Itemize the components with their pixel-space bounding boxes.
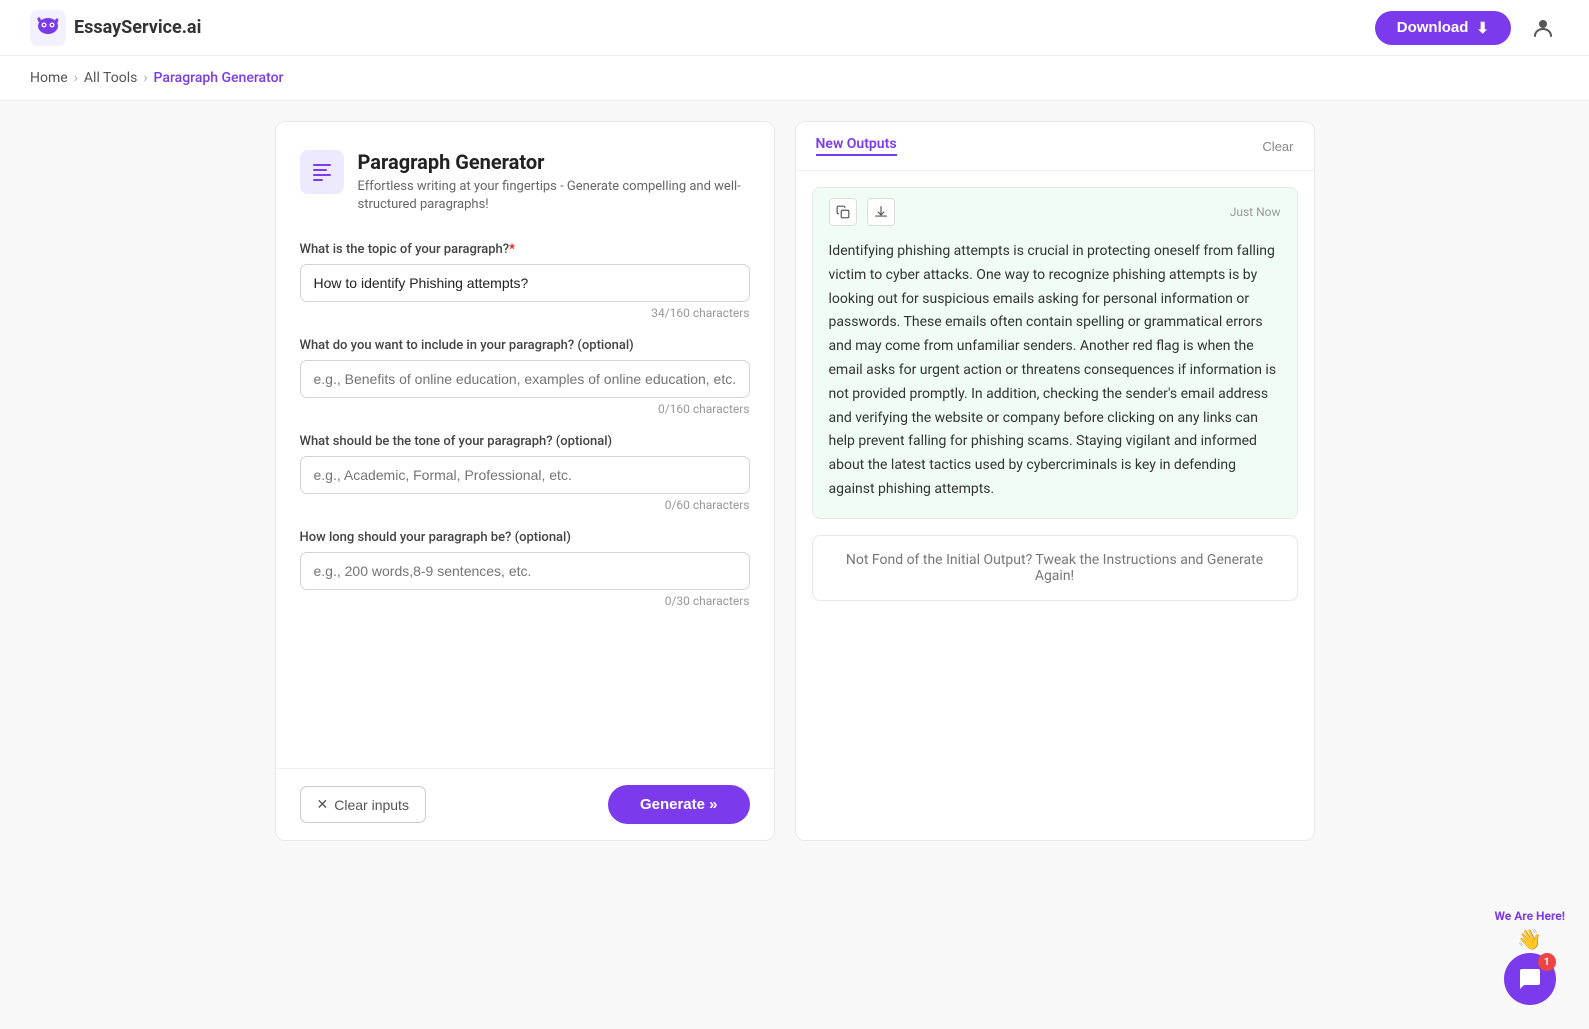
regen-hint: Not Fond of the Initial Output? Tweak th… <box>812 535 1298 601</box>
tool-header: Paragraph Generator Effortless writing a… <box>300 150 750 214</box>
chat-widget: We Are Here! 👋 1 <box>1494 909 1565 1005</box>
breadcrumb: Home › All Tools › Paragraph Generator <box>0 56 1589 101</box>
download-label: Download <box>1397 19 1469 36</box>
tool-description: Effortless writing at your fingertips - … <box>358 178 750 214</box>
output-card-actions <box>829 198 895 226</box>
paragraph-icon <box>310 160 334 184</box>
breadcrumb-current: Paragraph Generator <box>154 70 284 86</box>
download-output-icon[interactable] <box>867 198 895 226</box>
copy-icon[interactable] <box>829 198 857 226</box>
chat-we-are-here: We Are Here! <box>1494 909 1565 923</box>
output-card-header: Just Now <box>813 188 1297 236</box>
length-group: How long should your paragraph be? (opti… <box>300 530 750 608</box>
left-panel: Paragraph Generator Effortless writing a… <box>275 121 775 841</box>
clear-x-icon: ✕ <box>317 796 329 813</box>
tool-icon <box>300 150 344 194</box>
clear-inputs-label: Clear inputs <box>334 797 409 813</box>
topic-group: What is the topic of your paragraph?* 34… <box>300 242 750 320</box>
breadcrumb-sep-1: › <box>74 70 78 86</box>
clear-inputs-button[interactable]: ✕ Clear inputs <box>300 786 426 823</box>
output-header: New Outputs Clear <box>796 122 1314 171</box>
length-label: How long should your paragraph be? (opti… <box>300 530 750 545</box>
breadcrumb-sep-2: › <box>143 70 147 86</box>
clear-output-button[interactable]: Clear <box>1262 139 1293 154</box>
generate-button[interactable]: Generate » <box>608 785 750 824</box>
download-button[interactable]: Download ⬇ <box>1375 11 1511 45</box>
include-label: What do you want to include in your para… <box>300 338 750 353</box>
breadcrumb-home[interactable]: Home <box>30 70 68 86</box>
chat-badge: 1 <box>1538 953 1556 971</box>
main-content: Paragraph Generator Effortless writing a… <box>245 101 1345 861</box>
topic-char-count: 34/160 characters <box>300 306 750 320</box>
download-icon: ⬇ <box>1476 19 1489 37</box>
new-outputs-tab[interactable]: New Outputs <box>816 136 897 156</box>
topic-label: What is the topic of your paragraph?* <box>300 242 750 257</box>
tool-info: Paragraph Generator Effortless writing a… <box>358 150 750 214</box>
include-char-count: 0/160 characters <box>300 402 750 416</box>
output-timestamp: Just Now <box>1230 205 1281 219</box>
chat-button[interactable]: 1 <box>1504 953 1556 1005</box>
logo-text: EssayService.ai <box>74 17 201 38</box>
tool-title: Paragraph Generator <box>358 150 750 174</box>
panel-footer: ✕ Clear inputs Generate » <box>276 768 774 840</box>
tone-char-count: 0/60 characters <box>300 498 750 512</box>
length-input[interactable] <box>300 552 750 590</box>
breadcrumb-all-tools[interactable]: All Tools <box>84 70 137 86</box>
topic-input[interactable] <box>300 264 750 302</box>
header-right: Download ⬇ <box>1375 11 1559 45</box>
tone-input[interactable] <box>300 456 750 494</box>
output-text: Identifying phishing attempts is crucial… <box>813 236 1297 518</box>
output-card: Just Now Identifying phishing attempts i… <box>812 187 1298 519</box>
header: EssayService.ai Download ⬇ <box>0 0 1589 56</box>
include-input[interactable] <box>300 360 750 398</box>
include-group: What do you want to include in your para… <box>300 338 750 416</box>
user-icon[interactable] <box>1527 12 1559 44</box>
generate-label: Generate » <box>640 796 718 813</box>
logo-icon <box>30 10 66 46</box>
tone-label: What should be the tone of your paragrap… <box>300 434 750 449</box>
tone-group: What should be the tone of your paragrap… <box>300 434 750 512</box>
right-panel: New Outputs Clear Just Now Identifying p… <box>795 121 1315 841</box>
chat-wave-icon: 👋 <box>1517 927 1542 951</box>
logo: EssayService.ai <box>30 10 201 46</box>
length-char-count: 0/30 characters <box>300 594 750 608</box>
topic-required: * <box>509 242 515 257</box>
